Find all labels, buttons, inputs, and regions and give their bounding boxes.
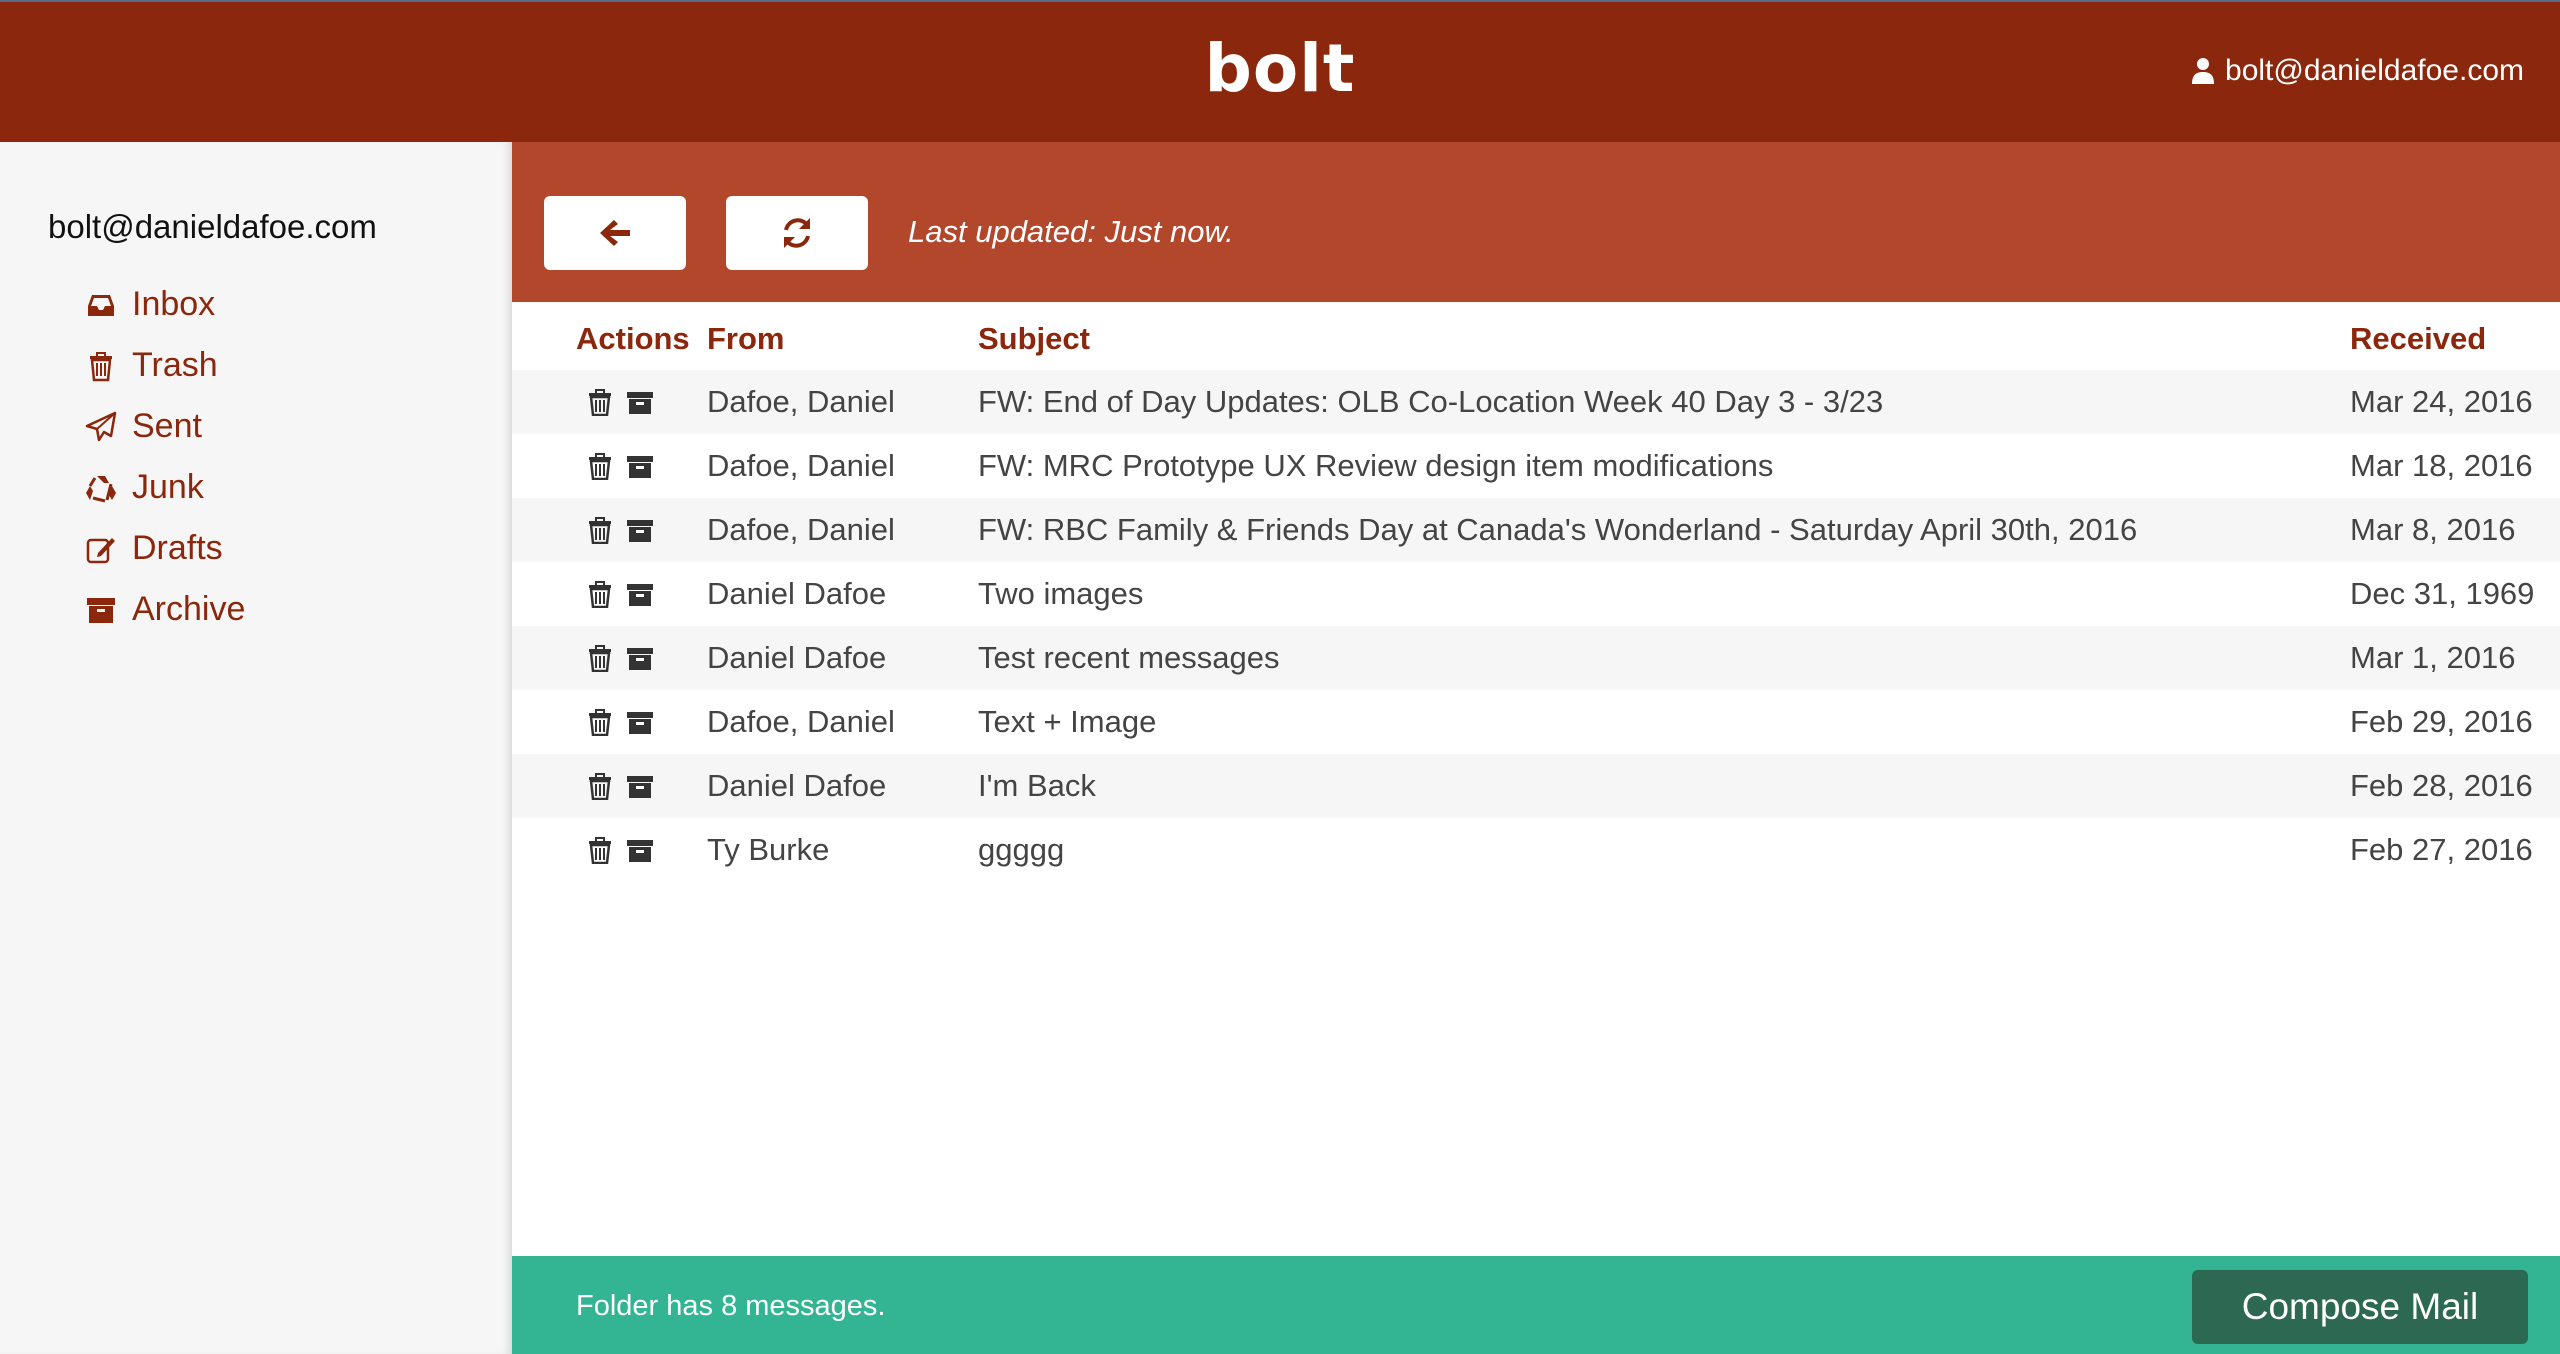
message-table: Actions From Subject Received Dafoe, Dan… — [512, 302, 2560, 882]
sidebar-item-archive[interactable]: Archive — [84, 579, 245, 640]
row-subject[interactable]: FW: RBC Family & Friends Day at Canada's… — [978, 498, 2350, 562]
trash-icon[interactable] — [586, 452, 614, 480]
table-row[interactable]: Daniel Dafoe I'm Back Feb 28, 2016 — [512, 754, 2560, 818]
message-list: Dafoe, Daniel FW: End of Day Updates: OLB… — [512, 370, 2560, 882]
column-header-subject[interactable]: Subject — [978, 302, 2350, 370]
folder-message-count: Folder has 8 messages. — [576, 1290, 886, 1322]
row-received: Mar 24, 2016 — [2350, 384, 2533, 419]
row-actions — [512, 370, 707, 434]
row-subject[interactable]: Text + Image — [978, 690, 2350, 754]
arrow-left-icon — [600, 220, 630, 246]
sidebar-item-trash[interactable]: Trash — [84, 335, 245, 396]
row-subject[interactable]: I'm Back — [978, 754, 2350, 818]
row-actions — [512, 626, 707, 690]
table-row[interactable]: Dafoe, Daniel Text + Image Feb 29, 2016 — [512, 690, 2560, 754]
column-header-from[interactable]: From — [707, 302, 978, 370]
trash-icon[interactable] — [586, 708, 614, 736]
row-actions — [512, 690, 707, 754]
row-actions — [512, 754, 707, 818]
row-actions — [512, 498, 707, 562]
trash-icon — [90, 351, 112, 381]
table-header-row: Actions From Subject Received — [512, 302, 2560, 370]
table-row[interactable]: Dafoe, Daniel FW: End of Day Updates: OLB… — [512, 370, 2560, 434]
row-from: Dafoe, Daniel — [707, 704, 895, 739]
trash-icon[interactable] — [586, 836, 614, 864]
row-received: Dec 31, 1969 — [2350, 576, 2535, 611]
table-row[interactable]: Daniel Dafoe Two images Dec 31, 1969 — [512, 562, 2560, 626]
status-footer: Folder has 8 messages. Compose Mail — [512, 1256, 2560, 1354]
table-row[interactable]: Daniel Dafoe Test recent messages Mar 1, 2… — [512, 626, 2560, 690]
row-subject[interactable]: Test recent messages — [978, 626, 2350, 690]
row-from: Daniel Dafoe — [707, 640, 887, 675]
row-from: Ty Burke — [707, 832, 830, 867]
edit-icon — [86, 537, 115, 563]
row-received: Feb 28, 2016 — [2350, 768, 2533, 803]
sidebar-item-label: Sent — [132, 407, 202, 445]
archive-icon[interactable] — [626, 452, 654, 480]
table-row[interactable]: Dafoe, Daniel FW: MRC Prototype UX Review… — [512, 434, 2560, 498]
inbox-icon — [88, 294, 114, 316]
last-updated-status: Last updated: Just now. — [908, 214, 1234, 249]
app-logo[interactable]: bolt — [1205, 30, 1356, 107]
toolbar: Last updated: Just now. — [512, 142, 2560, 302]
table-row[interactable]: Dafoe, Daniel FW: RBC Family & Friends Da… — [512, 498, 2560, 562]
trash-icon[interactable] — [586, 388, 614, 416]
archive-icon[interactable] — [626, 836, 654, 864]
table-row[interactable]: Ty Burke ggggg Feb 27, 2016 — [512, 818, 2560, 882]
main-panel: Last updated: Just now. Actions From Sub… — [512, 142, 2560, 1354]
row-received: Mar 18, 2016 — [2350, 448, 2533, 483]
archive-icon — [87, 597, 115, 623]
sidebar-item-label: Junk — [132, 468, 204, 506]
archive-icon[interactable] — [626, 516, 654, 544]
column-header-received[interactable]: Received — [2350, 302, 2560, 370]
row-from: Dafoe, Daniel — [707, 512, 895, 547]
folder-list: Inbox Trash Sent Junk Drafts Archive — [84, 274, 245, 640]
sidebar: bolt@danieldafoe.com Inbox Trash Sent Ju… — [0, 142, 512, 1354]
archive-icon[interactable] — [626, 388, 654, 416]
sidebar-item-junk[interactable]: Junk — [84, 457, 245, 518]
trash-icon[interactable] — [586, 516, 614, 544]
sidebar-item-label: Drafts — [132, 529, 223, 567]
user-email: bolt@danieldafoe.com — [2225, 54, 2524, 87]
sidebar-item-label: Inbox — [132, 285, 216, 323]
row-received: Feb 29, 2016 — [2350, 704, 2533, 739]
sidebar-item-sent[interactable]: Sent — [84, 396, 245, 457]
archive-icon[interactable] — [626, 772, 654, 800]
row-received: Mar 8, 2016 — [2350, 512, 2516, 547]
row-actions — [512, 818, 707, 882]
row-subject[interactable]: Two images — [978, 562, 2350, 626]
sidebar-item-drafts[interactable]: Drafts — [84, 518, 245, 579]
user-icon — [2192, 58, 2215, 84]
back-button[interactable] — [544, 196, 686, 270]
refresh-icon — [784, 218, 810, 248]
account-name: bolt@danieldafoe.com — [48, 208, 377, 245]
sidebar-item-label: Trash — [132, 346, 218, 384]
sidebar-item-label: Archive — [132, 590, 246, 628]
row-from: Daniel Dafoe — [707, 576, 887, 611]
refresh-button[interactable] — [726, 196, 868, 270]
row-from: Dafoe, Daniel — [707, 384, 895, 419]
trash-icon[interactable] — [586, 772, 614, 800]
column-header-actions: Actions — [576, 321, 690, 356]
row-subject[interactable]: ggggg — [978, 818, 2350, 882]
compose-mail-button[interactable]: Compose Mail — [2192, 1270, 2528, 1344]
trash-icon[interactable] — [586, 580, 614, 608]
row-from: Dafoe, Daniel — [707, 448, 895, 483]
archive-icon[interactable] — [626, 580, 654, 608]
row-actions — [512, 562, 707, 626]
user-menu[interactable]: bolt@danieldafoe.com — [2191, 54, 2524, 88]
paper-plane-icon — [85, 411, 117, 441]
trash-icon[interactable] — [586, 644, 614, 672]
row-received: Mar 1, 2016 — [2350, 640, 2516, 675]
archive-icon[interactable] — [626, 708, 654, 736]
row-from: Daniel Dafoe — [707, 768, 887, 803]
row-subject[interactable]: FW: End of Day Updates: OLB Co-Location … — [978, 370, 2350, 434]
archive-icon[interactable] — [626, 644, 654, 672]
top-bar: bolt bolt@danieldafoe.com — [0, 0, 2560, 142]
row-subject[interactable]: FW: MRC Prototype UX Review design item … — [978, 434, 2350, 498]
row-received: Feb 27, 2016 — [2350, 832, 2533, 867]
sidebar-item-inbox[interactable]: Inbox — [84, 274, 245, 335]
row-actions — [512, 434, 707, 498]
recycle-icon — [86, 475, 116, 502]
